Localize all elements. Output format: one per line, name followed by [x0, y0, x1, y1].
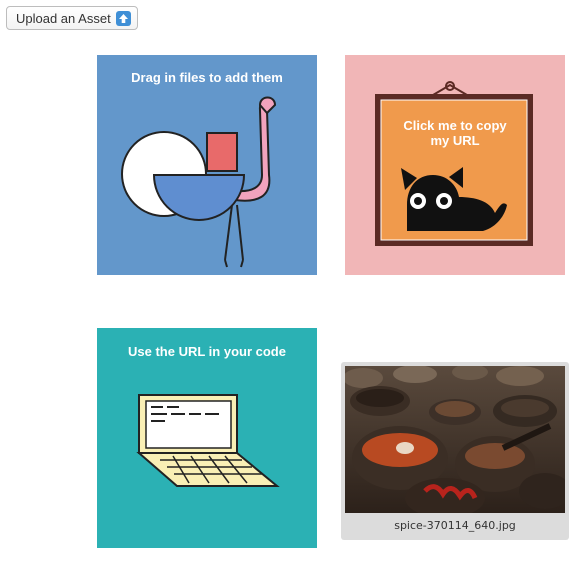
copy-url-card[interactable]: Click me to copy my URL [345, 55, 565, 275]
upload-asset-button[interactable]: Upload an Asset [6, 6, 138, 30]
copy-url-title-line-1: Click me to copy [403, 118, 507, 133]
copy-url-title: Click me to copy my URL [345, 118, 565, 148]
upload-arrow-icon [115, 10, 131, 26]
copy-url-title-line-2: my URL [430, 133, 480, 148]
ostrich-illustration [121, 96, 277, 268]
upload-asset-label: Upload an Asset [16, 10, 111, 26]
laptop-illustration [136, 394, 280, 487]
use-url-card[interactable]: Use the URL in your code [97, 328, 317, 548]
cat-frame-illustration [375, 81, 533, 246]
asset-tile[interactable]: spice-370114_640.jpg [341, 362, 569, 540]
asset-filename: spice-370114_640.jpg [394, 519, 516, 532]
drag-files-card[interactable]: Drag in files to add them [97, 55, 317, 275]
asset-thumbnail[interactable] [345, 366, 565, 513]
